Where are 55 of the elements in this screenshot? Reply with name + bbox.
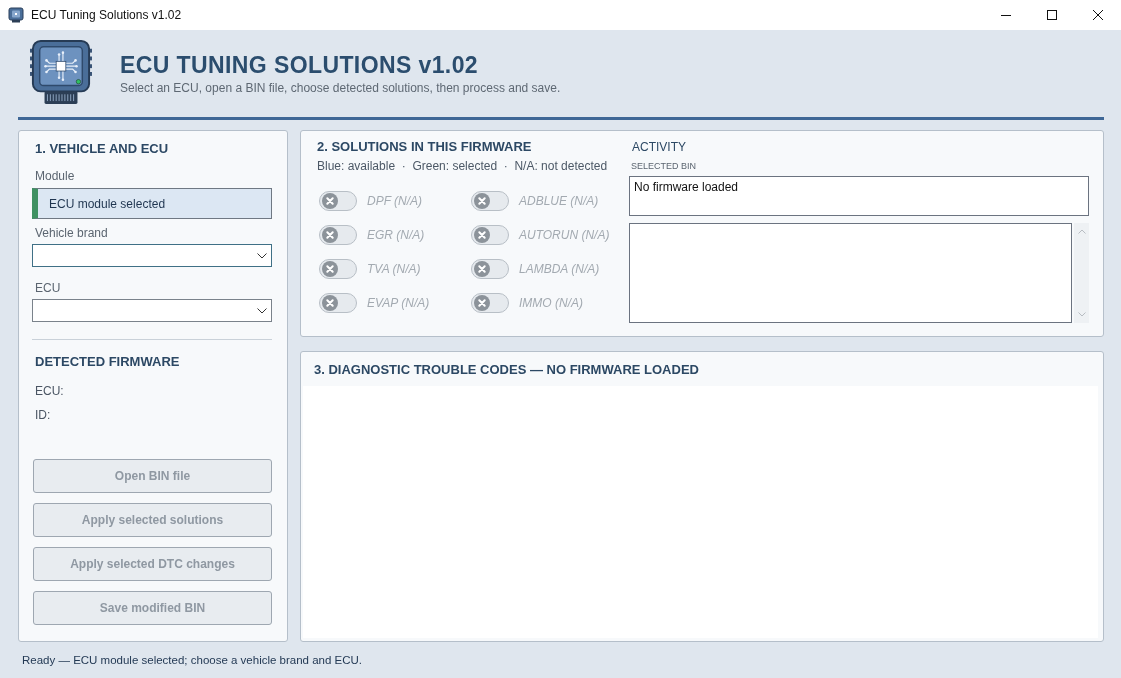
toggle-switch[interactable] [471, 293, 509, 313]
toggle-label: LAMBDA (N/A) [519, 262, 600, 276]
module-status: ECU module selected [32, 188, 272, 219]
maximize-icon [1047, 10, 1057, 20]
toggle-switch[interactable] [471, 191, 509, 211]
scroll-down-icon[interactable] [1077, 312, 1086, 317]
close-icon [1093, 10, 1103, 20]
minimize-icon [1001, 14, 1011, 16]
field-label: ECU [34, 280, 62, 296]
toggle-label: EVAP (N/A) [367, 296, 430, 310]
section-title: DETECTED FIRMWARE [34, 354, 181, 370]
toggle-label: AUTORUN (N/A) [519, 228, 610, 242]
activity-log-field[interactable] [629, 223, 1072, 323]
dropdown[interactable] [32, 299, 272, 322]
dropdown[interactable] [32, 244, 272, 267]
legend-text: Blue: available · Green: selected · N/A: not detected [316, 159, 609, 174]
x-circle-icon [322, 193, 338, 209]
toggle-label: ADBLUE (N/A) [519, 194, 599, 208]
x-circle-icon [474, 295, 490, 311]
field-label: SELECTED BIN [630, 160, 698, 172]
chip-icon [8, 7, 24, 23]
toggle-label: IMMO (N/A) [519, 296, 583, 310]
field-label: Module [34, 168, 76, 184]
toggle-label: EGR (N/A) [367, 228, 425, 242]
chevron-down-icon [257, 252, 267, 259]
toggle-switch[interactable] [319, 293, 357, 313]
x-circle-icon [474, 227, 490, 243]
chevron-down-icon [257, 307, 267, 314]
toggle-label: TVA (N/A) [367, 262, 421, 276]
x-circle-icon [474, 261, 490, 277]
app-subtitle: Select an ECU, open a BIN file, choose detected solutions, then process and save. [120, 80, 561, 96]
ecu-chip-icon [30, 38, 92, 105]
window-title: ECU Tuning Solutions v1.02 [31, 8, 182, 22]
panel-title: 2. SOLUTIONS IN THIS FIRMWARE [316, 138, 533, 156]
toggle-switch[interactable] [319, 225, 357, 245]
x-circle-icon [474, 193, 490, 209]
scroll-up-icon[interactable] [1077, 229, 1086, 234]
toggle-switch[interactable] [319, 259, 357, 279]
activity-title: ACTIVITY [631, 139, 687, 155]
panel-title: 1. VEHICLE AND ECU [34, 140, 170, 158]
selected-bin-field[interactable]: No firmware loaded [629, 176, 1089, 216]
toggle-switch[interactable] [319, 191, 357, 211]
panel-title: 3. DIAGNOSTIC TROUBLE CODES — NO FIRMWARE LOADED [313, 361, 700, 379]
toggle-switch[interactable] [471, 225, 509, 245]
toggle-label: DPF (N/A) [367, 194, 423, 208]
log-scrollbar[interactable] [1074, 223, 1089, 323]
x-circle-icon [322, 295, 338, 311]
firmware-field-label: ID: [34, 407, 52, 423]
x-circle-icon [322, 261, 338, 277]
toggle-switch[interactable] [471, 259, 509, 279]
firmware-field-label: ECU: [34, 383, 65, 399]
status-text: Ready — ECU module selected; choose a vehicle brand and ECU. [22, 654, 363, 666]
x-circle-icon [322, 227, 338, 243]
field-label: Vehicle brand [34, 225, 109, 241]
app-title: ECU TUNING SOLUTIONS v1.02 [120, 51, 480, 79]
